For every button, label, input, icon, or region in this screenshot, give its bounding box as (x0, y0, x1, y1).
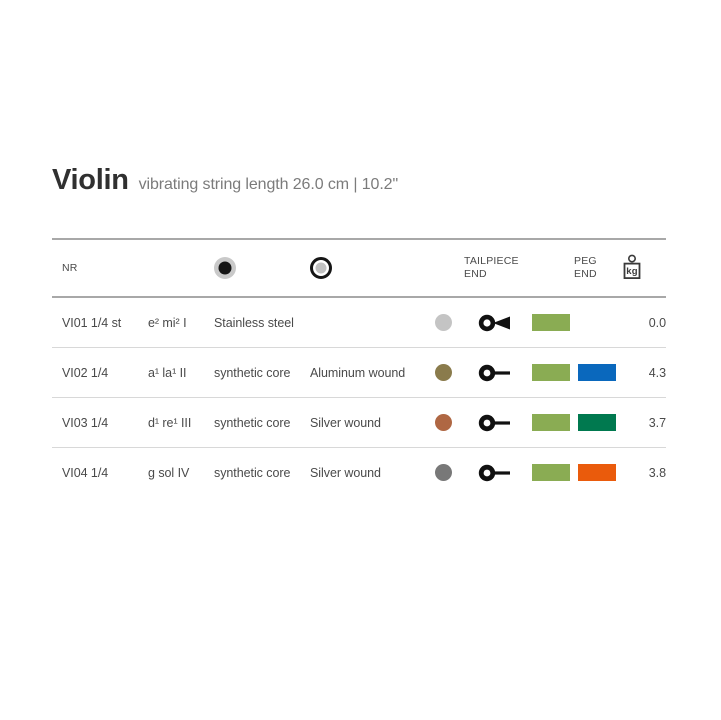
cell-note: a¹ la¹ II (148, 365, 187, 380)
column-header-dot (422, 239, 464, 297)
cell-peg-color-1 (528, 398, 574, 448)
cell-tailpiece-end (464, 398, 528, 448)
cell-tension: 4.3 (620, 348, 666, 398)
cell-color-dot (422, 297, 464, 348)
cell-color-dot (422, 448, 464, 498)
cell-note: e² mi² I (148, 315, 187, 330)
table-header: NR TAILPIECE END PEG END kg (52, 239, 666, 297)
cell-wound: Silver wound (310, 415, 381, 430)
cell-tension: 0.0 (620, 297, 666, 348)
cell-tailpiece-end (464, 348, 528, 398)
cell-peg-color-2 (574, 348, 620, 398)
peg-color-bar-2 (578, 314, 616, 331)
peg-color-bar-2 (578, 414, 616, 431)
column-header-nr: NR (62, 262, 78, 274)
cell-wound (310, 297, 422, 348)
tailpiece-end-label-line1: TAILPIECE (464, 254, 519, 267)
loop-end-icon (310, 257, 332, 279)
column-header-tailpiece-end: TAILPIECE END (464, 239, 528, 297)
cell-core: synthetic core (214, 415, 291, 430)
cell-tension: 3.8 (620, 448, 666, 498)
cell-peg-color-1 (528, 448, 574, 498)
cell-note: d¹ re¹ III (148, 415, 192, 430)
cell-nr: VI01 1/4 st (62, 315, 122, 330)
string-color-dot (434, 414, 452, 431)
column-header-note (148, 239, 214, 297)
peg-color-bar-2 (578, 464, 616, 481)
cell-peg-color-2 (574, 398, 620, 448)
cell-wound: Aluminum wound (310, 365, 406, 380)
cell-peg-color-2 (574, 297, 620, 348)
string-color-dot (434, 464, 452, 481)
ball-end-icon (476, 463, 516, 483)
peg-end-label-line1: PEG (574, 254, 597, 267)
table-header-row: NR TAILPIECE END PEG END kg (52, 239, 666, 297)
page-title: Violin vibrating string length 26.0 cm |… (52, 164, 398, 197)
cell-color-dot (422, 348, 464, 398)
cell-core: synthetic core (214, 465, 291, 480)
ball-end-icon (214, 257, 236, 279)
column-header-ball-end (214, 239, 310, 297)
table-row: VI02 1/4 a¹ la¹ II synthetic core Alumin… (52, 348, 666, 398)
column-header-peg-end: PEG END (574, 239, 620, 297)
string-color-dot (434, 364, 452, 381)
string-specs-table: NR TAILPIECE END PEG END kg VI01 1/4 st … (52, 238, 666, 497)
cell-nr: VI03 1/4 (62, 415, 109, 430)
peg-end-label-line2: END (574, 268, 597, 280)
cell-peg-color-2 (574, 448, 620, 498)
column-header-weight: kg (620, 239, 666, 297)
cell-wound: Silver wound (310, 465, 381, 480)
loop-end-icon (476, 313, 516, 333)
column-header-loop-end (310, 239, 422, 297)
weight-kg-icon: kg (623, 254, 641, 280)
tension-value: 0.0 (648, 315, 666, 330)
column-header-spacer (528, 239, 574, 297)
peg-color-bar-1 (532, 314, 570, 331)
cell-nr: VI04 1/4 (62, 465, 109, 480)
peg-color-bar-1 (532, 364, 570, 381)
tension-value: 3.8 (648, 465, 666, 480)
instrument-name: Violin (52, 164, 129, 196)
table-row: VI03 1/4 d¹ re¹ III synthetic core Silve… (52, 398, 666, 448)
tension-value: 3.7 (648, 415, 666, 430)
cell-nr: VI02 1/4 (62, 365, 109, 380)
string-color-dot (434, 314, 452, 331)
cell-note: g sol IV (148, 465, 190, 480)
cell-core: Stainless steel (214, 315, 294, 330)
cell-color-dot (422, 398, 464, 448)
cell-tailpiece-end (464, 297, 528, 348)
table-body: VI01 1/4 st e² mi² I Stainless steel 0.0… (52, 297, 666, 497)
tailpiece-end-label-line2: END (464, 268, 487, 280)
cell-core: synthetic core (214, 365, 291, 380)
ball-end-icon (476, 413, 516, 433)
string-chart-page: Violin vibrating string length 26.0 cm |… (0, 0, 721, 720)
weight-unit-label: kg (626, 266, 638, 277)
cell-tension: 3.7 (620, 398, 666, 448)
table-row: VI04 1/4 g sol IV synthetic core Silver … (52, 448, 666, 498)
cell-peg-color-1 (528, 348, 574, 398)
tension-value: 4.3 (648, 365, 666, 380)
peg-color-bar-1 (532, 464, 570, 481)
cell-tailpiece-end (464, 448, 528, 498)
table-row: VI01 1/4 st e² mi² I Stainless steel 0.0 (52, 297, 666, 348)
instrument-subtitle: vibrating string length 26.0 cm | 10.2" (138, 176, 399, 193)
ball-end-icon (476, 363, 516, 383)
peg-color-bar-1 (532, 414, 570, 431)
peg-color-bar-2 (578, 364, 616, 381)
cell-peg-color-1 (528, 297, 574, 348)
